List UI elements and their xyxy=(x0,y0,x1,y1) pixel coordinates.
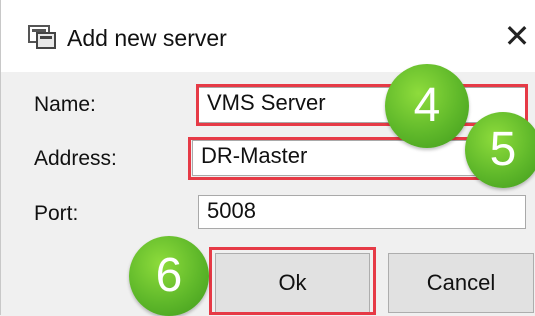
step-4-badge: 4 xyxy=(385,64,469,148)
server-app-icon xyxy=(28,25,56,49)
ok-button-highlight xyxy=(209,247,376,315)
step-6-badge: 6 xyxy=(129,236,209,316)
cancel-button[interactable]: Cancel xyxy=(388,253,534,313)
port-input[interactable]: 5008 xyxy=(198,195,526,229)
name-label: Name: xyxy=(34,93,96,116)
add-server-dialog: Add new server ✕ Name: VMS Server Addres… xyxy=(0,0,535,316)
step-5-badge: 5 xyxy=(465,112,535,188)
port-label: Port: xyxy=(34,202,79,225)
title-bar: Add new server ✕ xyxy=(1,0,535,72)
address-label: Address: xyxy=(34,147,117,170)
dialog-title: Add new server xyxy=(67,25,227,51)
close-icon[interactable]: ✕ xyxy=(501,18,533,54)
